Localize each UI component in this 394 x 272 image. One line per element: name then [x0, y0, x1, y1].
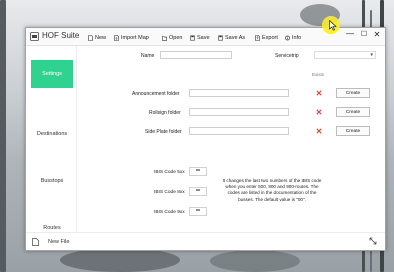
- create-announcement-folder-button[interactable]: Create: [336, 88, 370, 98]
- info-icon: [285, 35, 290, 40]
- ibis-code-9xx-label: IBIS Code 9xx: [154, 210, 185, 215]
- rollsign-folder-input[interactable]: [189, 108, 289, 116]
- toolbar-import-map-button[interactable]: Import Map: [114, 33, 149, 42]
- maximize-button[interactable]: ☐: [359, 30, 369, 38]
- sidebar: Settings Destinations Busstops Routes: [26, 46, 77, 232]
- sidebar-item-destinations[interactable]: Destinations: [31, 120, 73, 148]
- toolbar-new-button[interactable]: New: [88, 33, 106, 42]
- new-file-icon[interactable]: [32, 238, 39, 246]
- toolbar-import-map-label: Import Map: [121, 34, 149, 41]
- toolbar-save-button[interactable]: Save: [190, 33, 210, 42]
- toolbar-new-label: New: [95, 34, 107, 41]
- settings-panel: Name Servicetrip ▾ Exists Announcement f…: [78, 46, 383, 232]
- new-file-label[interactable]: New File: [48, 239, 69, 245]
- export-icon: [255, 34, 260, 41]
- rollsign-folder-label: Rollsign folder: [149, 110, 181, 116]
- expand-icon[interactable]: [369, 237, 377, 245]
- toolbar-export-button[interactable]: Export: [255, 33, 278, 42]
- app-logo-icon: [30, 32, 39, 41]
- toolbar-save-as-button[interactable]: Save As: [218, 33, 245, 42]
- import-icon: [114, 34, 119, 41]
- sidebar-item-busstops[interactable]: Busstops: [31, 167, 73, 195]
- save-as-icon: [218, 35, 223, 41]
- side-plate-folder-input[interactable]: [189, 127, 289, 135]
- minimize-button[interactable]: —: [345, 29, 355, 38]
- app-title: HOF Suite: [42, 31, 80, 40]
- ibis-code-8xx-input[interactable]: **: [189, 187, 207, 196]
- servicetrip-label: Servicetrip: [275, 53, 299, 59]
- name-input[interactable]: [160, 51, 232, 59]
- not-exists-icon: [316, 109, 322, 115]
- toolbar-info-label: Info: [292, 34, 302, 41]
- mouse-cursor-icon: [329, 20, 337, 31]
- close-button[interactable]: ✕: [372, 30, 382, 39]
- ibis-info-text: It changes the last two numbers of the I…: [222, 178, 322, 202]
- bottom-bar: New File: [26, 232, 385, 251]
- toolbar-info-button[interactable]: Info: [285, 33, 301, 42]
- toolbar-save-as-label: Save As: [225, 34, 246, 41]
- toolbar-save-label: Save: [197, 34, 210, 41]
- toolbar-export-label: Export: [262, 34, 278, 41]
- servicetrip-dropdown[interactable]: ▾: [314, 51, 376, 59]
- toolbar-open-label: Open: [169, 34, 183, 41]
- exists-column-header: Exists: [312, 72, 325, 77]
- announcement-folder-input[interactable]: [189, 89, 289, 97]
- ibis-code-8xx-label: IBIS Code 8xx: [154, 190, 185, 195]
- name-label: Name: [141, 53, 155, 59]
- announcement-folder-label: Announcement folder: [132, 91, 180, 97]
- not-exists-icon: [316, 90, 322, 96]
- ibis-code-5xx-label: IBIS Code 5xx: [154, 170, 185, 175]
- create-side-plate-folder-button[interactable]: Create: [336, 126, 370, 136]
- folder-icon: [162, 35, 167, 41]
- side-plate-folder-label: Side Plate folder: [145, 129, 182, 135]
- new-file-icon: [88, 34, 93, 41]
- not-exists-icon: [316, 128, 322, 134]
- toolbar-open-button[interactable]: Open: [162, 33, 182, 42]
- ibis-code-5xx-input[interactable]: **: [189, 167, 207, 176]
- app-window: HOF Suite New Import Map Open Save Save …: [25, 27, 386, 251]
- create-rollsign-folder-button[interactable]: Create: [336, 107, 370, 117]
- save-icon: [190, 35, 195, 41]
- chevron-down-icon: ▾: [370, 52, 373, 58]
- sidebar-item-settings[interactable]: Settings: [31, 60, 73, 88]
- ibis-code-9xx-input[interactable]: **: [189, 207, 207, 216]
